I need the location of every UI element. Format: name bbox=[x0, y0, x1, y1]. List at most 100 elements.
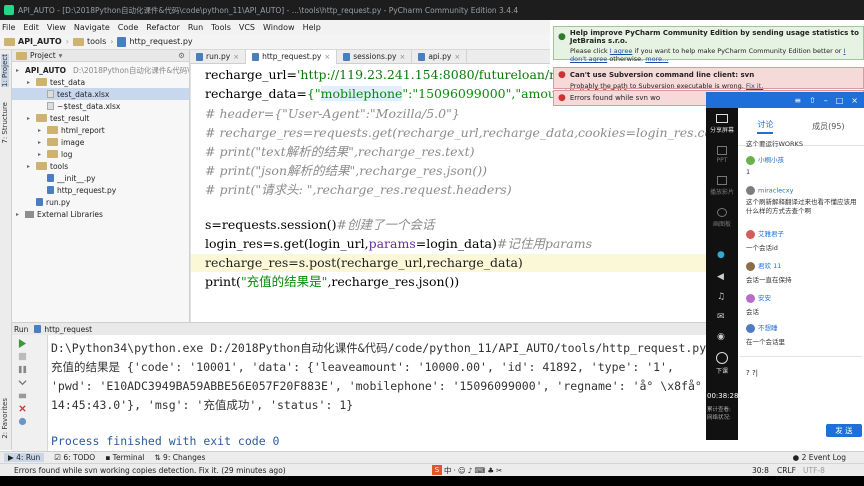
chevron-right-icon: ▸ bbox=[16, 66, 20, 74]
tab-sessions-py[interactable]: sessions.py × bbox=[337, 49, 413, 64]
menu-refactor[interactable]: Refactor bbox=[146, 23, 180, 32]
code-line-8: s=requests.session()#创建了一个会话 bbox=[205, 217, 435, 232]
menu-tools[interactable]: Tools bbox=[211, 23, 231, 32]
code-line-3: # header={"User-Agent":"Mozilla/5.0"} bbox=[205, 106, 460, 121]
error-icon: ● bbox=[558, 93, 566, 103]
menu-window[interactable]: Window bbox=[263, 23, 295, 32]
tree-item[interactable]: ▸ External Libraries bbox=[12, 208, 189, 220]
ppt-button[interactable]: PPT bbox=[708, 146, 736, 164]
tab-api-py[interactable]: api.py × bbox=[412, 49, 468, 64]
menu-help[interactable]: Help bbox=[303, 23, 321, 32]
class-timer: 00:38:28 bbox=[707, 392, 739, 400]
chat-bubble-icon[interactable]: ✉ bbox=[717, 312, 725, 322]
tree-item[interactable]: test_data.xlsx bbox=[12, 88, 189, 100]
more-link[interactable]: more... bbox=[645, 55, 668, 63]
tree-item[interactable]: http_request.py bbox=[12, 184, 189, 196]
camera-icon[interactable]: ◉ bbox=[717, 332, 725, 342]
tool-todo-button[interactable]: ☑ 6: TODO bbox=[54, 453, 95, 462]
python-file-icon bbox=[34, 325, 42, 333]
rerun-icon[interactable] bbox=[18, 339, 27, 348]
maximize-icon[interactable]: □ bbox=[836, 96, 844, 105]
tab-http-request-py[interactable]: http_request.py × bbox=[246, 49, 338, 64]
chevron-down-icon[interactable]: ▾ bbox=[59, 51, 63, 60]
close-icon[interactable]: × bbox=[454, 53, 460, 61]
help-icon[interactable] bbox=[18, 417, 27, 426]
tree-item[interactable]: ▸ html_report bbox=[12, 124, 189, 136]
tree-item-label: html_report bbox=[61, 125, 105, 135]
project-panel-header: Project ▾ ⚙ bbox=[12, 50, 189, 62]
tree-item[interactable]: ▸ image bbox=[12, 136, 189, 148]
tool-run-button[interactable]: ▶ 4: Run bbox=[4, 453, 45, 462]
menu-vcs[interactable]: VCS bbox=[239, 23, 255, 32]
ime-toolbar[interactable]: S 中 · ☺ ♪ ⌨ ♣ ✂ bbox=[432, 464, 502, 476]
tab-members[interactable]: 成员(95) bbox=[812, 121, 844, 132]
print-icon[interactable] bbox=[18, 391, 27, 400]
tab-discussion[interactable]: 讨论 bbox=[757, 119, 774, 134]
tool-event-log-button[interactable]: ● 2 Event Log bbox=[793, 453, 846, 462]
stop-icon[interactable] bbox=[18, 352, 27, 361]
chat-pin-icon[interactable]: ⇧ bbox=[809, 96, 816, 105]
tree-item[interactable]: ▸ API_AUTO D:\2018Python自动化课件&代码\co bbox=[12, 64, 189, 76]
structure-tool-button[interactable]: 7: Structure bbox=[1, 102, 9, 144]
mic-icon[interactable]: ● bbox=[717, 250, 725, 260]
status-message[interactable]: Errors found while svn working copies de… bbox=[14, 466, 286, 475]
menu-view[interactable]: View bbox=[47, 23, 66, 32]
menu-run[interactable]: Run bbox=[188, 23, 203, 32]
clear-icon[interactable] bbox=[18, 404, 27, 413]
project-tool-button[interactable]: 1: Project bbox=[1, 54, 9, 87]
tool-terminal-button[interactable]: ▪ Terminal bbox=[105, 453, 144, 462]
send-button[interactable]: 发 送 bbox=[826, 424, 862, 437]
tree-item[interactable]: ▸ log bbox=[12, 148, 189, 160]
line-separator[interactable]: CRLF bbox=[777, 466, 796, 475]
menu-edit[interactable]: Edit bbox=[23, 23, 39, 32]
close-icon[interactable]: × bbox=[233, 53, 239, 61]
breadcrumb-root[interactable]: API_AUTO bbox=[0, 37, 66, 46]
chevron-right-icon: ▸ bbox=[27, 78, 31, 86]
code-line-9: login_res=s.get(login_url,params=login_d… bbox=[205, 236, 592, 251]
screen-bottom-bar bbox=[0, 476, 864, 486]
ime-punct-icon: · bbox=[453, 465, 456, 475]
breadcrumb-tools[interactable]: tools bbox=[69, 37, 110, 46]
volume-icon[interactable]: ◀ bbox=[717, 272, 724, 282]
tree-item[interactable]: ▸ tools bbox=[12, 160, 189, 172]
tree-item[interactable]: ▸ test_result bbox=[12, 112, 189, 124]
menu-bar: File Edit View Navigate Code Refactor Ru… bbox=[0, 20, 550, 34]
close-icon[interactable]: × bbox=[324, 53, 330, 61]
share-screen-button[interactable]: 分享屏幕 bbox=[708, 114, 736, 134]
tree-item[interactable]: ▸ test_data bbox=[12, 76, 189, 88]
breadcrumb-file[interactable]: http_request.py bbox=[113, 36, 196, 47]
fix-it-link[interactable]: Fix it. bbox=[746, 82, 763, 90]
play-video-button[interactable]: 播放影片 bbox=[708, 176, 736, 196]
chat-input[interactable]: ? ?| bbox=[740, 356, 862, 420]
whiteboard-button[interactable]: 画图板 bbox=[708, 208, 736, 228]
close-icon[interactable]: × bbox=[851, 96, 858, 105]
minimize-icon[interactable]: – bbox=[824, 96, 828, 105]
agree-link[interactable]: I agree bbox=[610, 47, 633, 55]
run-console[interactable]: D:\Python34\python.exe D:/2018Python自动化课… bbox=[48, 335, 712, 451]
tree-item[interactable]: __init__.py bbox=[12, 172, 189, 184]
end-class-button[interactable]: 下课 bbox=[710, 352, 734, 375]
tree-item[interactable]: ~$test_data.xlsx bbox=[12, 100, 189, 112]
scroll-end-icon[interactable] bbox=[18, 378, 27, 387]
code-line-11: print("充值的结果是",recharge_res.json()) bbox=[205, 274, 460, 289]
close-icon[interactable]: × bbox=[399, 53, 405, 61]
cursor-position[interactable]: 30:8 bbox=[752, 466, 769, 475]
menu-code[interactable]: Code bbox=[118, 23, 138, 32]
tab-run-py[interactable]: run.py × bbox=[190, 49, 247, 64]
music-icon[interactable]: ♫ bbox=[717, 292, 725, 302]
favorites-tool-button[interactable]: 2: Favorites bbox=[1, 398, 9, 439]
menu-file[interactable]: File bbox=[2, 23, 15, 32]
settings-icon[interactable]: ⚙ bbox=[178, 51, 185, 60]
menu-navigate[interactable]: Navigate bbox=[74, 23, 110, 32]
file-encoding[interactable]: UTF-8 bbox=[803, 466, 825, 475]
chevron-right-icon: ▸ bbox=[27, 162, 31, 170]
tool-changes-button[interactable]: ⇅ 9: Changes bbox=[154, 453, 205, 462]
tree-item[interactable]: run.py bbox=[12, 196, 189, 208]
chat-sidebar: 分享屏幕 PPT 播放影片 画图板 ● ◀ ♫ ✉ ◉ 下课 00:38:28 … bbox=[706, 108, 738, 440]
avatar bbox=[746, 155, 755, 165]
chat-menu-icon[interactable]: ≡ bbox=[794, 96, 801, 105]
breadcrumb: API_AUTO › tools › http_request.py bbox=[0, 34, 550, 50]
run-config-tab[interactable]: http_request bbox=[44, 325, 92, 334]
pause-icon[interactable] bbox=[18, 365, 27, 374]
chat-message: 小桐小孩 1 bbox=[746, 155, 784, 176]
